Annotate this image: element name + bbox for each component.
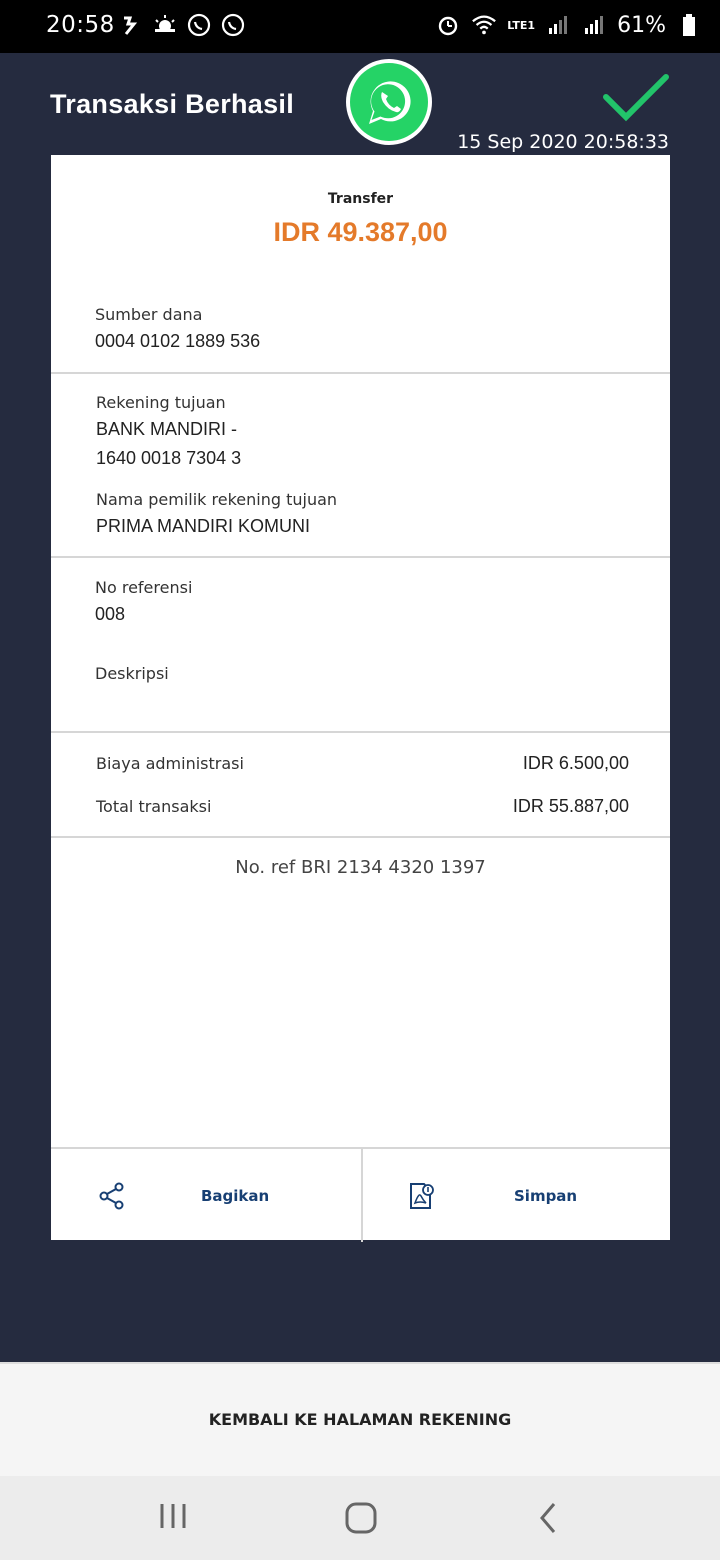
whatsapp-notification-icon: [186, 12, 212, 38]
system-navigation-bar: [0, 1476, 720, 1560]
back-to-account-label: KEMBALI KE HALAMAN REKENING: [208, 1410, 512, 1429]
whatsapp-icon[interactable]: [345, 58, 433, 146]
divider: [51, 556, 670, 558]
save-button[interactable]: Simpan: [408, 1149, 670, 1242]
share-button[interactable]: Bagikan: [99, 1149, 361, 1242]
app-notification-icon: [118, 12, 144, 38]
divider: [51, 731, 670, 733]
status-bar: 20:58 LTE1 61%: [0, 0, 720, 53]
divider: [51, 372, 670, 374]
back-to-account-button[interactable]: KEMBALI KE HALAMAN REKENING: [0, 1362, 720, 1478]
transaction-amount: IDR 49.387,00: [273, 217, 448, 247]
save-label: Simpan: [514, 1186, 578, 1205]
pdf-download-icon: [408, 1182, 436, 1210]
network-label: LTE1: [507, 18, 536, 32]
destination-bank: BANK MANDIRI -: [96, 419, 238, 439]
admin-fee-value: IDR 6.500,00: [522, 753, 629, 773]
transaction-datetime: 15 Sep 2020 20:58:33: [457, 131, 669, 153]
reference-value: 008: [95, 604, 126, 624]
system-icons: LTE1 61%: [435, 12, 702, 38]
owner-label: Nama pemilik rekening tujuan: [96, 490, 338, 509]
notification-icons: [118, 12, 246, 38]
destination-account: 1640 0018 7304 3: [96, 448, 242, 468]
signal-icon: [545, 12, 571, 38]
battery-icon: [676, 12, 702, 38]
status-time: 20:58: [46, 12, 115, 38]
success-check-icon: [602, 73, 670, 123]
recent-apps-icon[interactable]: [158, 1500, 190, 1536]
signal-icon-2: [581, 12, 607, 38]
total-value: IDR 55.887,00: [512, 796, 629, 816]
divider: [51, 836, 670, 838]
total-label: Total transaksi: [96, 797, 212, 816]
whatsapp-notification-icon-2: [220, 12, 246, 38]
description-label: Deskripsi: [95, 664, 169, 683]
bri-reference: No. ref BRI 2134 4320 1397: [235, 857, 486, 878]
home-icon[interactable]: [343, 1500, 379, 1540]
owner-value: PRIMA MANDIRI KOMUNI: [96, 516, 311, 536]
action-separator: [361, 1149, 363, 1242]
battery-percent: 61%: [617, 12, 666, 38]
header: Transaksi Berhasil 15 Sep 2020 20:58:33: [0, 53, 720, 155]
wifi-icon: [471, 12, 497, 38]
weather-icon: [152, 12, 178, 38]
page-title: Transaksi Berhasil: [50, 89, 295, 119]
receipt-actions: Bagikan Simpan: [51, 1147, 670, 1242]
back-icon[interactable]: [536, 1500, 560, 1540]
admin-fee-label: Biaya administrasi: [96, 754, 244, 773]
receipt-card: Transfer IDR 49.387,00 Sumber dana 0004 …: [51, 155, 670, 1242]
share-icon: [99, 1182, 125, 1210]
alarm-icon: [435, 12, 461, 38]
destination-label: Rekening tujuan: [96, 393, 226, 412]
source-label: Sumber dana: [95, 305, 203, 324]
share-label: Bagikan: [201, 1186, 270, 1205]
source-value: 0004 0102 1889 536: [95, 331, 261, 351]
transaction-type: Transfer: [327, 191, 394, 207]
reference-label: No referensi: [95, 578, 193, 597]
